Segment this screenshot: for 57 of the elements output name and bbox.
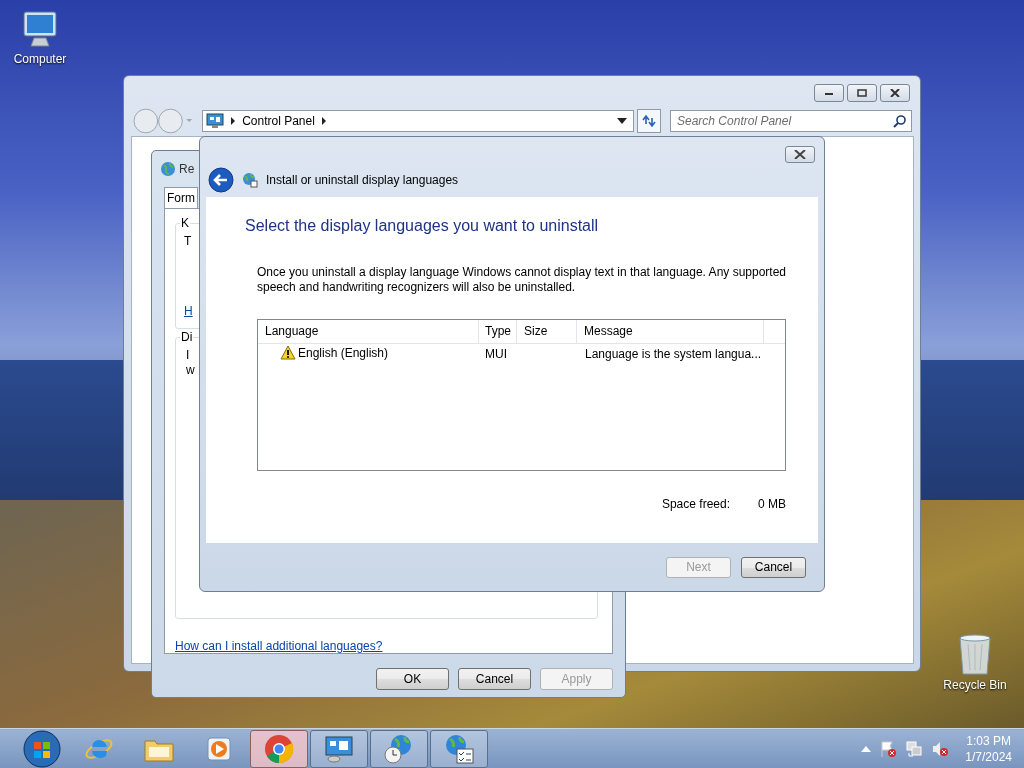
recycle-bin-icon[interactable] <box>956 632 994 676</box>
warning-icon <box>280 345 296 360</box>
dialog-title: Re <box>179 162 195 176</box>
close-icon <box>890 89 900 97</box>
desktop-icon-label[interactable]: Computer <box>13 52 67 66</box>
group-text: w <box>186 363 195 379</box>
dialog-button[interactable]: Cancel <box>458 668 531 690</box>
chrome-icon <box>263 732 295 765</box>
maximize-icon <box>857 89 867 97</box>
control-panel-icon <box>206 113 225 129</box>
description-text: Once you uninstall a display language Windows cannot display text in that language. Any supported speech and handwriting recognizers will also be uninstalled. <box>257 265 787 295</box>
dialog-button[interactable]: Cancel <box>741 556 806 578</box>
show-hidden-icons-arrow[interactable] <box>861 745 872 752</box>
breadcrumb-item[interactable]: Control Panel <box>242 114 315 128</box>
group-text: I <box>186 348 190 364</box>
dialog-title: Install or uninstall display languages <box>266 173 459 187</box>
start-button[interactable] <box>22 728 62 768</box>
chevron-right-icon[interactable] <box>230 117 237 125</box>
globe-icon <box>160 161 176 177</box>
page-heading: Select the display languages you want to uninstall <box>245 217 600 235</box>
globe-checklist-icon <box>443 732 475 765</box>
globe-icon <box>242 172 258 188</box>
help-link[interactable]: How can I install additional languages? <box>175 639 598 653</box>
close-icon <box>794 150 806 159</box>
dropdown-arrow-icon[interactable] <box>617 118 628 124</box>
refresh-icon <box>641 114 658 128</box>
taskbar-button[interactable] <box>250 729 308 768</box>
help-link[interactable]: H <box>184 304 193 319</box>
flag-icon[interactable] <box>879 739 898 758</box>
column-header[interactable]: Type <box>478 320 517 343</box>
space-freed-label: Space freed: <box>661 497 730 511</box>
desktop-icon-label[interactable]: Recycle Bin <box>943 678 1007 692</box>
taskbar-button[interactable] <box>430 729 488 768</box>
space-freed-value: 0 MB <box>758 497 786 511</box>
search-icon <box>893 114 907 128</box>
close-button[interactable] <box>880 84 910 102</box>
control-panel-icon <box>323 733 355 764</box>
column-header[interactable]: Size <box>517 320 577 343</box>
column-header[interactable]: Message <box>577 320 764 343</box>
chevron-right-icon[interactable] <box>320 117 327 125</box>
taskbar-button[interactable] <box>370 729 428 768</box>
table-cell: MUI <box>485 347 507 361</box>
tab[interactable]: Form <box>164 187 198 208</box>
close-button[interactable] <box>785 146 815 163</box>
table-cell: English (English) <box>298 345 389 360</box>
dialog-button[interactable]: OK <box>376 668 449 690</box>
table-cell: Language is the system langua... <box>585 347 762 361</box>
maximize-button[interactable] <box>847 84 877 102</box>
address-bar[interactable]: Control Panel <box>202 110 635 132</box>
minimize-icon <box>824 90 834 96</box>
search-field[interactable]: Search Control Panel <box>670 110 912 132</box>
taskbar-button[interactable] <box>310 729 368 768</box>
refresh-button[interactable] <box>637 109 661 133</box>
minimize-button[interactable] <box>814 84 844 102</box>
group-text: T <box>184 234 192 249</box>
group-label: K <box>180 216 190 230</box>
column-header[interactable]: Language <box>258 320 479 343</box>
